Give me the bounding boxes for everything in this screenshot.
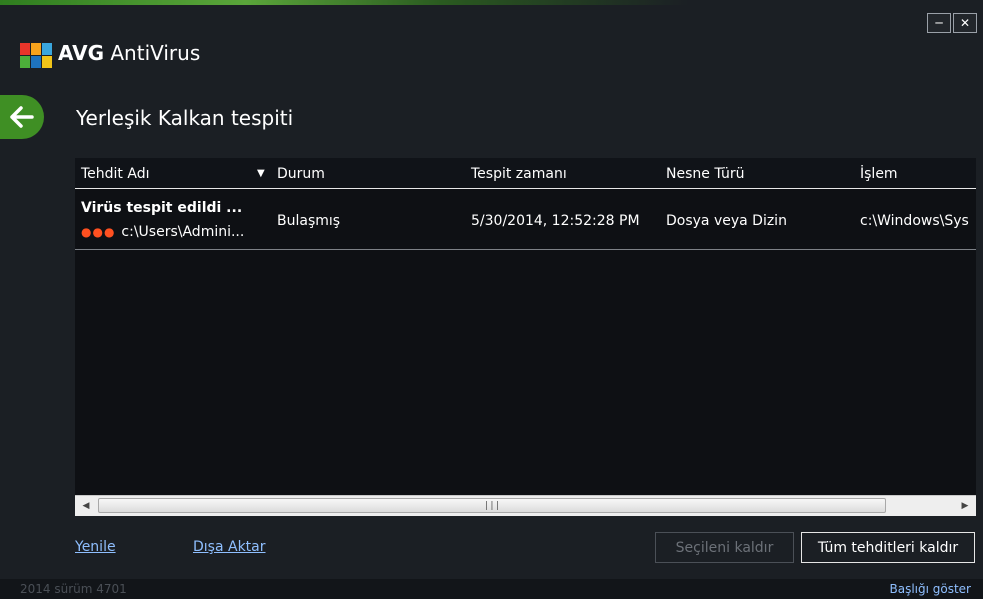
status-bar: 2014 sürüm 4701 Başlığı göster [0, 579, 983, 599]
show-header-link[interactable]: Başlığı göster [889, 582, 971, 596]
minimize-button[interactable]: ─ [927, 13, 951, 33]
refresh-link[interactable]: Yenile [75, 539, 116, 555]
table-header: Tehdit Adı ▼ Durum Tespit zamanı Nesne T… [75, 158, 976, 189]
sort-descending-icon: ▼ [257, 168, 265, 179]
close-icon: ✕ [959, 16, 971, 30]
status-cell: Bulaşmış [277, 213, 341, 229]
severity-dots-icon: ●●● [81, 225, 116, 239]
threat-path-text: c:\Users\Admini... [121, 224, 245, 240]
column-header-object-type[interactable]: Nesne Türü [666, 166, 744, 182]
version-label: 2014 sürüm 4701 [20, 582, 127, 596]
remove-selected-button[interactable]: Seçileni kaldır [655, 532, 794, 563]
threat-path: ●●● c:\Users\Admini... [81, 224, 277, 240]
brand-name: AVG [58, 41, 105, 65]
threat-name: Virüs tespit edildi ... [81, 200, 243, 216]
export-link[interactable]: Dışa Aktar [193, 539, 266, 555]
detections-table: Tehdit Adı ▼ Durum Tespit zamanı Nesne T… [75, 158, 976, 516]
page-title: Yerleşik Kalkan tespiti [76, 106, 294, 130]
scroll-left-icon[interactable]: ◀ [80, 500, 92, 512]
table-row[interactable]: Virüs tespit edildi ... ●●● c:\Users\Admi… [75, 189, 976, 250]
remove-all-threats-button[interactable]: Tüm tehditleri kaldır [801, 532, 975, 563]
close-button[interactable]: ✕ [953, 13, 977, 33]
scroll-right-icon[interactable]: ▶ [959, 500, 971, 512]
back-button[interactable] [0, 95, 44, 139]
title-bar: AVG AntiVirus ─ ✕ [0, 5, 983, 75]
product-name: AntiVirus [110, 41, 201, 65]
detected-at-cell: 5/30/2014, 12:52:28 PM [471, 213, 640, 229]
column-header-status[interactable]: Durum [277, 166, 325, 182]
arrow-left-icon [10, 106, 34, 128]
process-cell: c:\Windows\Sys [860, 213, 969, 229]
column-header-threat-name[interactable]: Tehdit Adı [81, 166, 149, 182]
column-header-detected-at[interactable]: Tespit zamanı [471, 166, 567, 182]
object-type-cell: Dosya veya Dizin [666, 213, 787, 229]
column-header-process[interactable]: İşlem [860, 166, 898, 182]
horizontal-scrollbar[interactable]: ◀ ||| ▶ [75, 495, 976, 516]
grip-icon: ||| [483, 500, 501, 511]
avg-logo-icon [20, 43, 52, 68]
scroll-thumb[interactable]: ||| [98, 498, 886, 513]
minimize-icon: ─ [935, 16, 943, 30]
app-title: AVG AntiVirus [58, 41, 200, 65]
